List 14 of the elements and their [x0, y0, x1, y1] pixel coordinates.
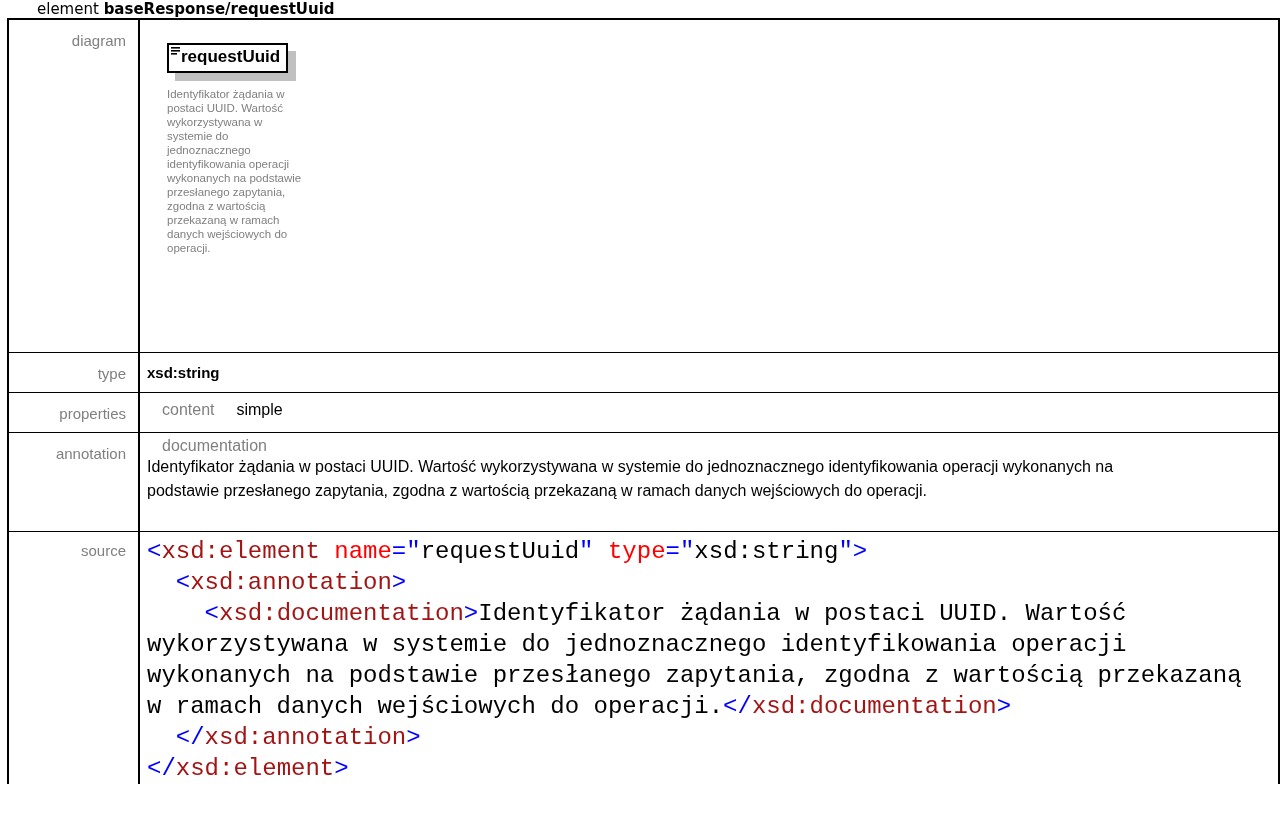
property-value: simple: [236, 401, 283, 419]
lines-icon: [171, 47, 180, 55]
annotation-title: documentation: [161, 436, 268, 455]
row-label: type: [9, 353, 140, 392]
page-heading: element baseResponse/requestUuid: [36, 0, 336, 18]
row-label: source: [9, 532, 140, 784]
row-label: annotation: [9, 433, 140, 531]
row-label: diagram: [9, 20, 140, 352]
property-name: content: [162, 401, 215, 419]
row-label: properties: [9, 393, 140, 432]
element-description: Identyfikator żądania w postaci UUID. Wartość wykorzystywana w systemie do jednoznacznego identyfikowania operacji wykonanych na podstawie przesłanego zapytania, zgodna z wartością przekazaną w ramach danych wejściowych do operacji.: [167, 87, 303, 255]
source-code: <xsd:element name="requestUuid" type="xsd:string"> <xsd:annotation> <xsd:documentation>Identyfikator żądania w postaci UUID. Wartość wykorzystywana w systemie do jednoznacznego identyfikowania operacji wykonanych na podstawie przesłanego zapytania, zgodna z wartością przekazaną w ramach danych wejściowych do operacji.</xsd:documentation> </xsd:annotation> </xsd:element>: [147, 537, 1243, 784]
type-value: xsd:string: [147, 364, 220, 381]
documentation-text: Identyfikator żądania w postaci UUID. Wartość wykorzystywana w systemie do jednoznacznego identyfikowania operacji wykonanych na podstawie przesłanego zapytania, zgodna z wartością przekazaną w ramach danych wejściowych do operacji.: [147, 457, 1115, 501]
